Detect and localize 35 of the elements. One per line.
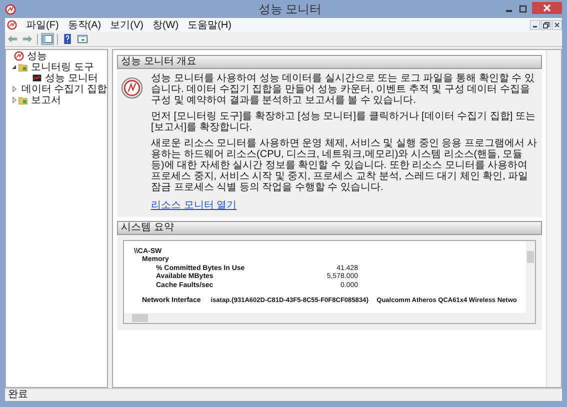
description-text: 성능 모니터를 사용하여 성능 데이터를 실시간으로 또는 로그 파일을 통해 확인할 수 있습니다. 데이터 수집기 집합을 만들어 성능 카운터, 이벤트 추적 및 구성 데이터 수집을 구성 및 예약하여 결과를 분석하고 보고서를 볼 수 있습니다. bbox=[151, 73, 536, 106]
expanded-arrow-icon[interactable] bbox=[10, 62, 18, 70]
description-text: 먼저 [모니터링 도구]를 확장하고 [성능 모니터]를 클릭하거나 [데이터 수집기 집합] 또는 [보고서]를 확장합니다. bbox=[151, 111, 536, 133]
help-icon[interactable] bbox=[62, 34, 73, 44]
console-tree-icon[interactable] bbox=[42, 34, 53, 44]
close-icon[interactable] bbox=[532, 2, 562, 14]
vertical-scrollbar[interactable] bbox=[526, 241, 535, 313]
section-header: 시스템 요약 bbox=[117, 221, 542, 235]
section-header: 성능 모니터 개요 bbox=[117, 55, 542, 69]
description-text: 새로운 리소스 모니터를 사용하면 운영 체제, 서비스 및 실행 중인 응용 프로그램에서 사용하는 하드웨어 리소스(CPU, 디스크, 네트워크,메모리)와 시스템 리소스(핸들, 모듈 등)에 대한 자세한 실시간 정보를 확인할 수 있습니다. 또한 리소스 모니터를 사용하여 프로세스 중지, 서비스 시작 및 중지, 프로세스 교착 분석, 스레드 대기 체인 확인, 파일 잠금 프로세스 식별 등의 작업을 수행할 수 있습니다. bbox=[151, 138, 538, 193]
gauge-icon bbox=[121, 77, 143, 99]
vertical-scrollbar[interactable] bbox=[546, 50, 561, 387]
panel-icon[interactable] bbox=[77, 34, 88, 44]
menu-item[interactable]: 도움말(H) bbox=[188, 18, 232, 32]
tree-item[interactable]: 모니터링 도구 bbox=[31, 60, 94, 74]
restore-icon[interactable] bbox=[541, 20, 551, 30]
menu-item[interactable]: 파일(F) bbox=[26, 18, 59, 32]
menu-item[interactable]: 동작(A) bbox=[68, 18, 102, 32]
chart-icon bbox=[32, 72, 42, 82]
resource-monitor-link[interactable]: 리소스 모니터 열기 bbox=[151, 200, 237, 211]
window-title: 성능 모니터 bbox=[258, 0, 322, 18]
maximize-icon[interactable] bbox=[518, 4, 528, 14]
close-icon[interactable] bbox=[552, 20, 562, 30]
status-text: 완료 bbox=[8, 389, 28, 400]
menu-item[interactable]: 창(W) bbox=[152, 18, 179, 32]
collapsed-arrow-icon[interactable] bbox=[10, 84, 18, 92]
app-icon bbox=[5, 4, 16, 14]
minimize-icon[interactable] bbox=[530, 20, 540, 30]
tree-item[interactable]: 성능 bbox=[27, 48, 47, 62]
menu-item[interactable]: 보기(V) bbox=[110, 18, 144, 32]
tree-item[interactable]: 성능 모니터 bbox=[45, 70, 98, 84]
horizontal-scrollbar[interactable] bbox=[124, 313, 535, 323]
tree-item[interactable]: 데이터 수집기 집합 bbox=[21, 82, 107, 96]
tree-item[interactable]: 보고서 bbox=[31, 92, 61, 106]
collapsed-arrow-icon[interactable] bbox=[10, 96, 18, 104]
